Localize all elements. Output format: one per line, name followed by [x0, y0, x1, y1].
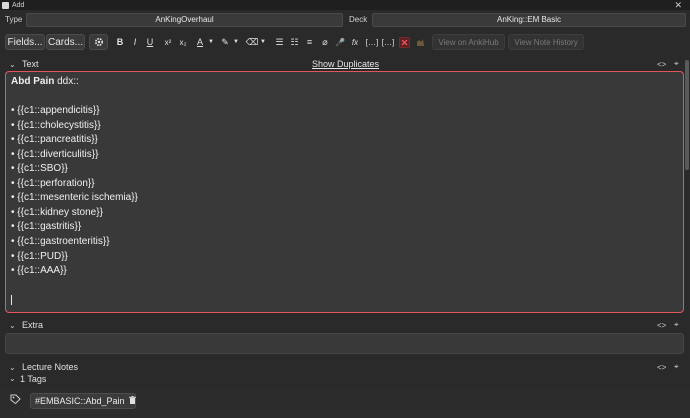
- ankihub-icon[interactable]: [414, 35, 427, 49]
- title-bar: Add ✕: [0, 0, 690, 10]
- cloze-list-item: • {{c1::appendicitis}}: [11, 105, 100, 116]
- text-title-line: Abd Pain ddx::: [11, 76, 79, 87]
- bullet-list-button[interactable]: ☰: [273, 35, 286, 49]
- text-cursor: [11, 295, 12, 305]
- italic-button[interactable]: I: [129, 35, 141, 49]
- cloze-list-item: • {{c1::pancreatitis}}: [11, 134, 98, 146]
- highlight-button[interactable]: ✎: [219, 35, 231, 49]
- tag-icon: [10, 394, 21, 408]
- tags-header: ⌄ 1 Tags: [0, 374, 690, 386]
- numbered-list-button[interactable]: ☷: [288, 35, 301, 49]
- eraser-button[interactable]: ⌫: [246, 35, 259, 49]
- view-on-ankihub-button[interactable]: View on AnkiHub: [432, 34, 505, 50]
- note-type-selector[interactable]: AnKingOverhaul: [26, 12, 343, 27]
- deck-label: Deck: [349, 15, 368, 24]
- show-duplicates-link[interactable]: Show Duplicates: [312, 59, 379, 69]
- tag-editor[interactable]: #EMBASIC::Abd_Pain: [0, 388, 690, 418]
- tag-chip-label: #EMBASIC::Abd_Pain: [35, 396, 125, 406]
- editor-scrollbar[interactable]: [684, 57, 690, 377]
- app-icon: [2, 1, 9, 9]
- deck-selector[interactable]: AnKing::EM Basic: [372, 12, 686, 27]
- html-editor-toggle-icon[interactable]: <>: [657, 363, 666, 372]
- superscript-button[interactable]: x²: [161, 35, 175, 49]
- scrollbar-thumb[interactable]: [685, 60, 689, 170]
- text-title-rest: ddx::: [54, 76, 79, 87]
- type-label: Type: [5, 15, 23, 24]
- collapse-chevron-icon[interactable]: ⌄: [9, 374, 16, 383]
- collapse-chevron-icon[interactable]: ⌄: [9, 60, 16, 69]
- cloze-list-item: • {{c1::gastritis}}: [11, 221, 82, 233]
- extra-field-editor[interactable]: [5, 333, 684, 354]
- cards-button[interactable]: Cards...: [46, 34, 85, 50]
- text-field-header: ⌄ Text Show Duplicates <> ⌖: [0, 58, 690, 70]
- note-options-button[interactable]: [89, 34, 108, 50]
- cloze-list-item: • {{c1::gastroenteritis}}: [11, 235, 110, 247]
- cloze-list-item: • {{c1::diverticulitis}}: [11, 148, 99, 160]
- cloze-list-item: • {{c1::PUD}}: [11, 250, 68, 262]
- type-deck-row: Type AnKingOverhaul Deck AnKing::EM Basi…: [0, 11, 690, 28]
- cloze-list-item: • {{c1::AAA}}: [11, 265, 67, 277]
- window-title: Add: [12, 1, 25, 9]
- sticky-pin-icon[interactable]: ⌖: [674, 320, 679, 330]
- cloze-list-item: • {{c1::SBO}}: [11, 163, 68, 175]
- tag-chip[interactable]: #EMBASIC::Abd_Pain: [30, 393, 136, 409]
- trash-icon[interactable]: [128, 396, 136, 406]
- subscript-button[interactable]: x₂: [176, 35, 190, 49]
- cloze-list-item: • {{c1::perforation}}: [11, 177, 95, 189]
- cloze-list-item: • {{c1::cholecystitis}}: [11, 119, 101, 131]
- sticky-pin-icon[interactable]: ⌖: [674, 59, 679, 69]
- lecture-notes-field-label: Lecture Notes: [22, 362, 79, 372]
- extra-field-header: ⌄ Extra <> ⌖: [0, 319, 690, 331]
- editor-toolbar: Fields... Cards... B I U x² x₂ A ▼ ✎ ▼ ⌫…: [0, 33, 690, 51]
- fields-button[interactable]: Fields...: [5, 34, 45, 50]
- collapse-chevron-icon[interactable]: ⌄: [9, 363, 16, 372]
- text-field-editor[interactable]: Abd Pain ddx:: • {{c1::appendicitis}}• {…: [5, 71, 684, 313]
- gear-icon: [94, 37, 103, 47]
- sticky-pin-icon[interactable]: ⌖: [674, 362, 679, 372]
- text-field-label: Text: [22, 59, 39, 69]
- lecture-notes-field-header: ⌄ Lecture Notes <> ⌖: [0, 361, 690, 373]
- underline-button[interactable]: U: [144, 35, 156, 49]
- chevron-down-icon[interactable]: ▼: [207, 35, 215, 49]
- chevron-down-icon[interactable]: ▼: [232, 35, 240, 49]
- chevron-down-icon[interactable]: ▼: [259, 35, 267, 49]
- close-icon[interactable]: ✕: [674, 0, 682, 10]
- bold-button[interactable]: B: [114, 35, 126, 49]
- text-color-button[interactable]: A: [194, 35, 206, 49]
- tags-count-label: 1 Tags: [20, 374, 47, 384]
- html-editor-toggle-icon[interactable]: <>: [657, 321, 666, 330]
- cloze-button[interactable]: […]: [365, 35, 379, 49]
- cloze-list-item: • {{c1::mesenteric ischemia}}: [11, 192, 138, 204]
- html-editor-toggle-icon[interactable]: <>: [657, 60, 666, 69]
- collapse-chevron-icon[interactable]: ⌄: [9, 321, 16, 330]
- math-button[interactable]: fx: [348, 35, 362, 49]
- text-title-bold: Abd Pain: [11, 76, 55, 87]
- attach-paperclip-button[interactable]: ⌀: [319, 35, 331, 49]
- cloze-same-number-button[interactable]: […]: [381, 35, 395, 49]
- addon-icon[interactable]: [398, 35, 411, 49]
- record-audio-button[interactable]: 🎤: [334, 35, 346, 49]
- extra-field-label: Extra: [22, 320, 44, 330]
- align-button[interactable]: ≡: [303, 35, 316, 49]
- view-note-history-button[interactable]: View Note History: [508, 34, 584, 50]
- cloze-list-item: • {{c1::kidney stone}}: [11, 206, 103, 218]
